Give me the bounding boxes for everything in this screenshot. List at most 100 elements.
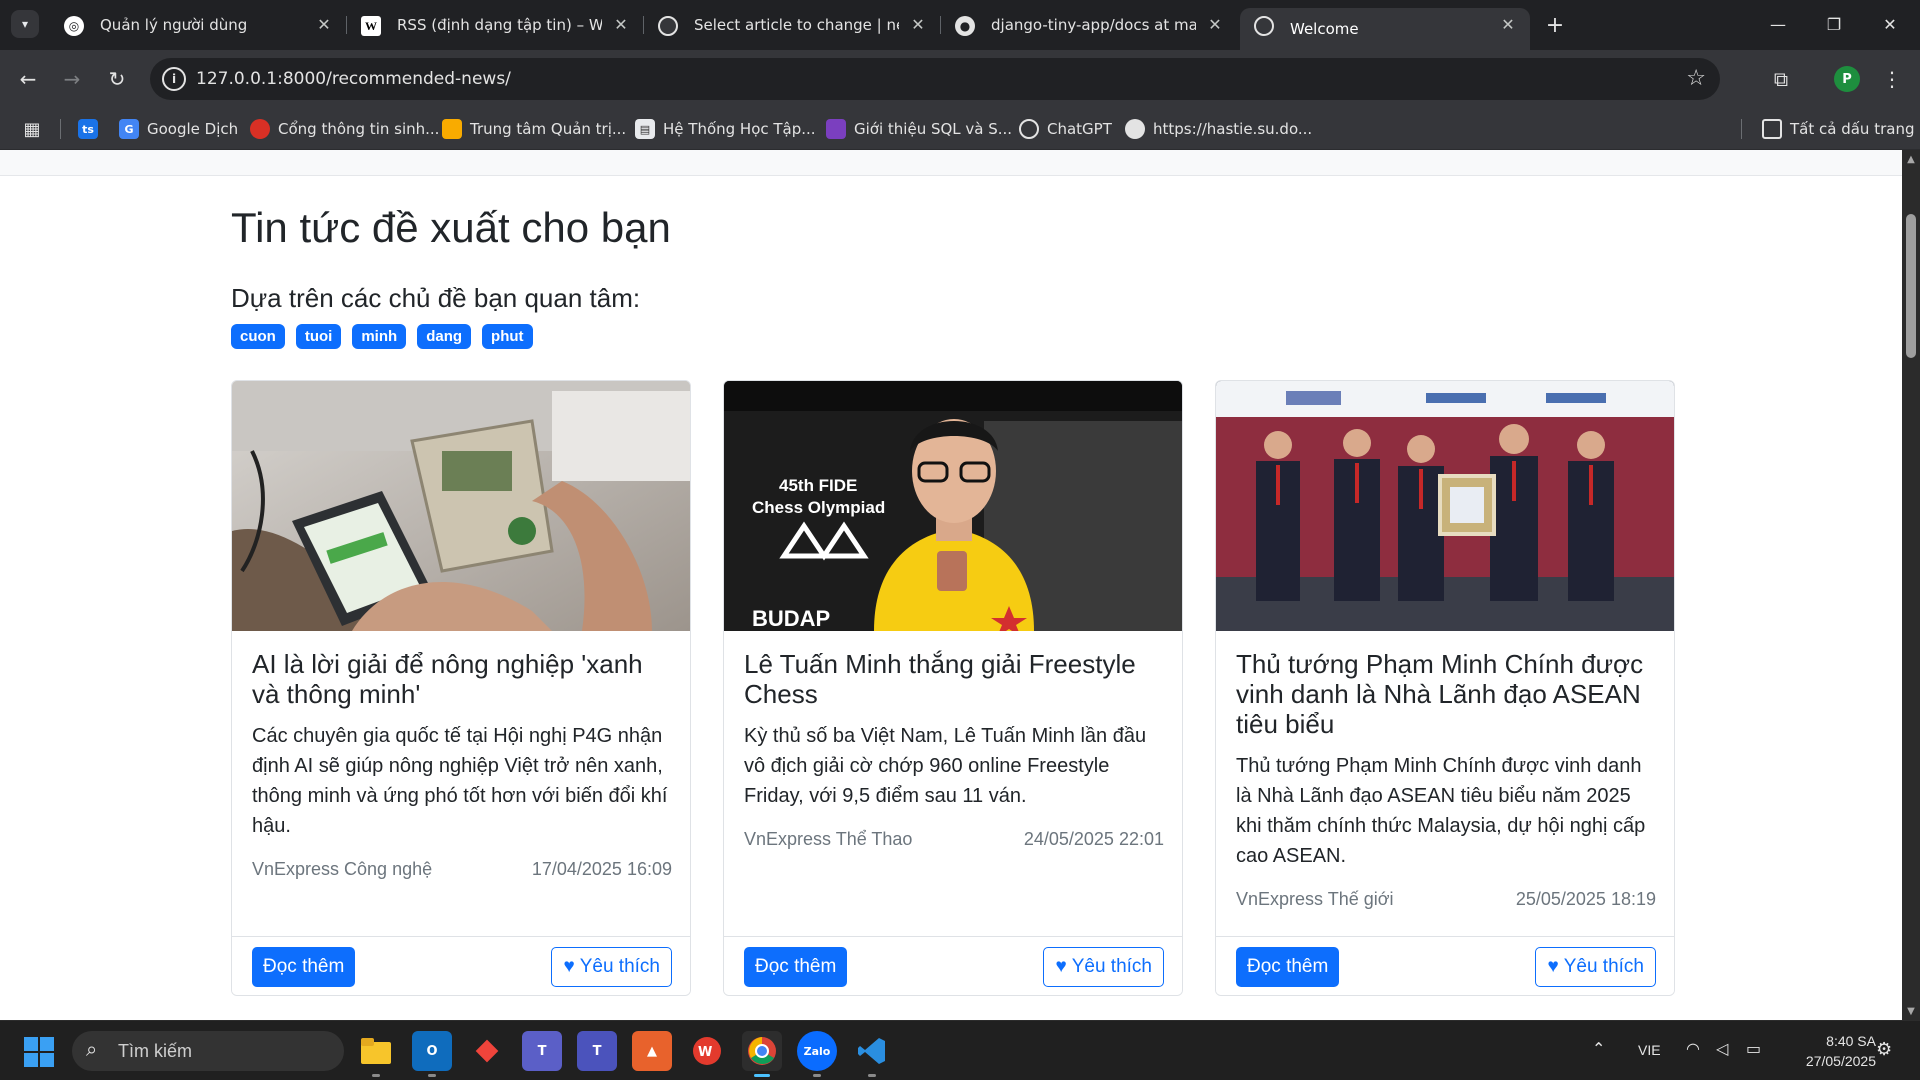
article-title[interactable]: Lê Tuấn Minh thắng giải Freestyle Chess: [744, 649, 1164, 709]
file-explorer-icon[interactable]: [356, 1031, 396, 1077]
article-meta: VnExpress Thế giới 25/05/2025 18:19: [1236, 889, 1656, 910]
teams-icon[interactable]: T: [522, 1031, 562, 1071]
article-image-asean-award[interactable]: [1216, 381, 1674, 631]
chrome-icon[interactable]: [742, 1031, 782, 1077]
extensions-icon[interactable]: ⧉: [1768, 66, 1794, 92]
tab-welcome[interactable]: Welcome ✕: [1240, 8, 1530, 50]
tab-title: RSS (định dạng tập tin) – Wikip: [397, 16, 602, 34]
bookmark-label: https://hastie.su.do...: [1153, 120, 1313, 138]
bookmark-divider: [1741, 119, 1742, 139]
tab-strip: ▾ ◎ Quản lý người dùng ✕ W RSS (định dạn…: [0, 0, 1920, 50]
read-more-button[interactable]: Đọc thêm: [744, 947, 848, 987]
tab-django-admin[interactable]: Select article to change | news a ✕: [644, 8, 940, 42]
image-caption-line: 45th FIDE: [779, 476, 857, 495]
browser-toolbar: ← → ↻ i 127.0.0.1:8000/recommended-news/…: [0, 50, 1920, 108]
article-image-agriculture-ai[interactable]: [232, 381, 690, 631]
article-summary: Các chuyên gia quốc tế tại Hội nghị P4G …: [252, 725, 668, 837]
address-bar[interactable]: i 127.0.0.1:8000/recommended-news/ ☆: [150, 58, 1720, 100]
card-footer: Đọc thêm ♥ Yêu thích: [724, 936, 1182, 995]
tab-user-management[interactable]: ◎ Quản lý người dùng ✕: [50, 8, 346, 42]
article-source: VnExpress Thể Thao: [744, 829, 913, 849]
heart-icon: ♥: [1055, 956, 1067, 977]
bookmark-divider: [60, 119, 61, 139]
teams-work-icon[interactable]: T: [577, 1031, 617, 1071]
scroll-up-icon[interactable]: ▲: [1906, 154, 1916, 165]
bookmark-star-icon[interactable]: ☆: [1686, 66, 1706, 91]
bookmark-chatgpt[interactable]: ChatGPT: [1019, 117, 1112, 141]
bookmark-admin-center[interactable]: Trung tâm Quản trị...: [442, 117, 626, 141]
interests-heading: Dựa trên các chủ đề bạn quan tâm:: [231, 283, 641, 313]
tab-github[interactable]: ● django-tiny-app/docs at main · ✕: [941, 8, 1237, 42]
article-source: VnExpress Thế giới: [1236, 889, 1394, 909]
read-more-button[interactable]: Đọc thêm: [1236, 947, 1340, 987]
svg-text:W: W: [698, 1045, 712, 1060]
close-icon[interactable]: ✕: [1498, 14, 1518, 34]
tag-badge: minh: [352, 324, 407, 349]
outlook-icon[interactable]: O: [412, 1031, 452, 1077]
chatgpt-icon: [1019, 119, 1039, 139]
anydesk-icon[interactable]: [467, 1031, 507, 1071]
site-info-icon[interactable]: i: [162, 67, 186, 91]
chevron-up-icon[interactable]: ⌃: [1592, 1039, 1605, 1058]
card-footer: Đọc thêm ♥ Yêu thích: [1216, 936, 1674, 995]
lms-icon: ▤: [635, 119, 655, 139]
windows-taskbar: ⌕ Tìm kiếm O T T ▲ W Zalo ⌃ VIE ◠ ◁ ▭ 8:…: [0, 1020, 1920, 1080]
scrollbar-thumb[interactable]: [1906, 214, 1916, 358]
article-image-chess[interactable]: 45th FIDE Chess Olympiad BUDAP: [724, 381, 1182, 631]
close-icon[interactable]: ✕: [314, 14, 334, 34]
language-indicator[interactable]: VIE: [1638, 1042, 1661, 1058]
favorite-button[interactable]: ♥ Yêu thích: [551, 947, 672, 987]
page-scrollbar[interactable]: ▲ ▼: [1902, 150, 1920, 1020]
notification-icon[interactable]: ⚙: [1876, 1039, 1900, 1063]
favorite-button[interactable]: ♥ Yêu thích: [1043, 947, 1164, 987]
read-more-button[interactable]: Đọc thêm: [252, 947, 356, 987]
menu-icon[interactable]: ⋮: [1882, 66, 1902, 92]
bookmarks-bar: ▦ ts G Google Dịch Cổng thông tin sinh..…: [0, 108, 1920, 150]
plus-icon[interactable]: +: [1542, 12, 1568, 38]
bookmark-sql-intro[interactable]: Giới thiệu SQL và S...: [826, 117, 1012, 141]
close-icon[interactable]: ✕: [1205, 14, 1225, 34]
github-icon: ●: [955, 16, 975, 36]
minimize-icon[interactable]: —: [1758, 8, 1798, 40]
close-icon[interactable]: ✕: [908, 14, 928, 34]
interest-tags: cuon tuoi minh dang phut: [231, 324, 533, 349]
url-text[interactable]: 127.0.0.1:8000/recommended-news/: [196, 69, 511, 89]
bookmark-hastie[interactable]: https://hastie.su.do...: [1125, 117, 1312, 141]
battery-icon[interactable]: ▭: [1746, 1039, 1761, 1058]
card-footer: Đọc thêm ♥ Yêu thích: [232, 936, 690, 995]
bookmark-portal[interactable]: Cổng thông tin sinh...: [250, 117, 439, 141]
wps-icon[interactable]: W: [687, 1031, 727, 1071]
favorite-button[interactable]: ♥ Yêu thích: [1535, 947, 1656, 987]
news-card-grid: AI là lời giải để nông nghiệp 'xanh và t…: [231, 380, 1675, 996]
ms-office-icon[interactable]: ▲: [632, 1031, 672, 1071]
forward-icon[interactable]: →: [56, 63, 88, 95]
reload-icon[interactable]: ↻: [101, 63, 133, 95]
article-title[interactable]: AI là lời giải để nông nghiệp 'xanh và t…: [252, 649, 672, 709]
sql-icon: [826, 119, 846, 139]
back-icon[interactable]: ←: [12, 63, 44, 95]
zalo-icon[interactable]: Zalo: [797, 1031, 837, 1077]
windows-start-icon[interactable]: [24, 1037, 54, 1067]
article-meta: VnExpress Công nghệ 17/04/2025 16:09: [252, 859, 672, 880]
tab-rss-wikipedia[interactable]: W RSS (định dạng tập tin) – Wikip ✕: [347, 8, 643, 42]
vscode-icon[interactable]: [852, 1031, 892, 1077]
news-card: 45th FIDE Chess Olympiad BUDAP Lê Tuấn M…: [723, 380, 1183, 996]
close-window-icon[interactable]: ✕: [1870, 8, 1910, 40]
tab-search-button[interactable]: ▾: [11, 10, 39, 38]
bookmark-ts[interactable]: ts: [78, 117, 106, 141]
taskbar-clock[interactable]: 8:40 SA 27/05/2025: [1776, 1031, 1876, 1071]
profile-avatar[interactable]: P: [1834, 66, 1860, 92]
bookmark-lms[interactable]: ▤ Hệ Thống Học Tập...: [635, 117, 816, 141]
all-bookmarks-button[interactable]: Tất cả dấu trang: [1762, 117, 1914, 141]
scroll-down-icon[interactable]: ▼: [1906, 1006, 1916, 1017]
bookmark-google-translate[interactable]: G Google Dịch: [119, 117, 238, 141]
tab-title: Welcome: [1290, 20, 1359, 38]
volume-icon[interactable]: ◁: [1716, 1039, 1728, 1058]
taskbar-search[interactable]: ⌕ Tìm kiếm: [72, 1031, 344, 1071]
wifi-icon[interactable]: ◠: [1686, 1039, 1700, 1058]
article-source: VnExpress Công nghệ: [252, 859, 433, 879]
apps-grid-icon[interactable]: ▦: [20, 117, 44, 141]
close-icon[interactable]: ✕: [611, 14, 631, 34]
article-title[interactable]: Thủ tướng Phạm Minh Chính được vinh danh…: [1236, 649, 1656, 739]
restore-icon[interactable]: ❐: [1814, 8, 1854, 40]
